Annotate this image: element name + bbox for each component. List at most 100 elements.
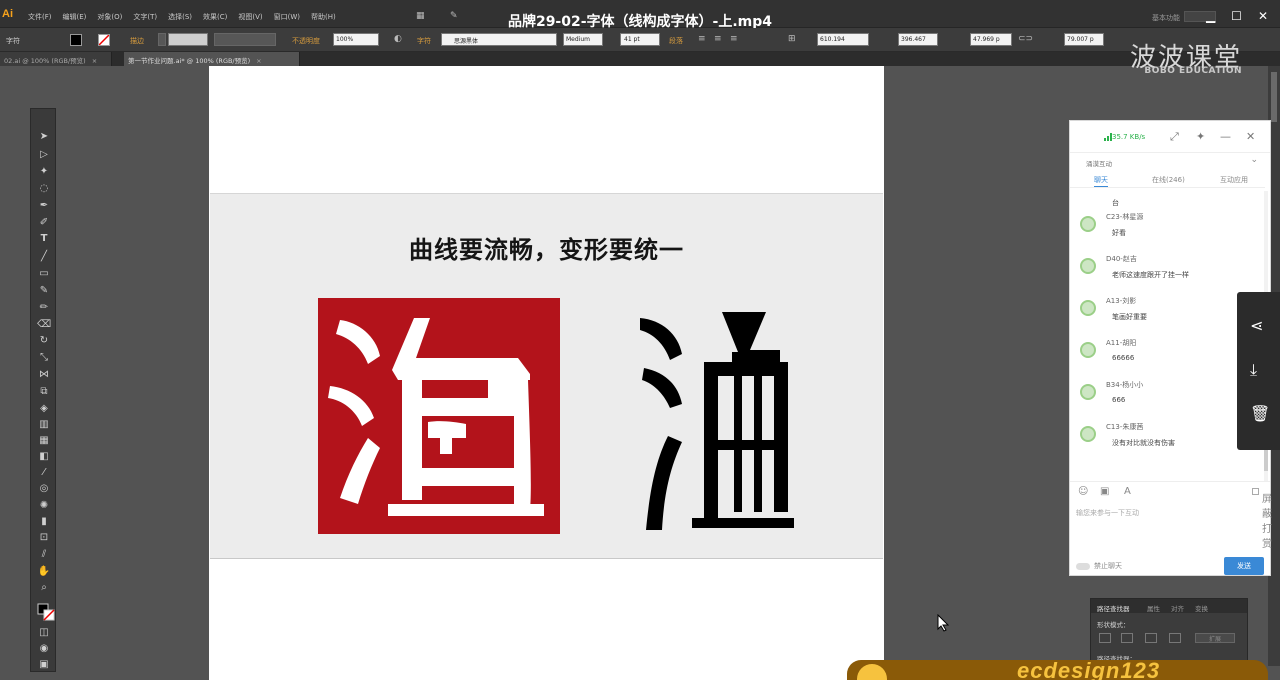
- draw-mode-icon[interactable]: ◉: [37, 641, 51, 655]
- rotate-tool-icon[interactable]: ↻: [37, 333, 51, 347]
- tab-close-icon[interactable]: ×: [256, 57, 261, 65]
- workspace-switcher[interactable]: 基本功能: [1152, 13, 1180, 23]
- scale-tool-icon[interactable]: ⤡: [37, 350, 51, 364]
- tab-doc-homework[interactable]: 第一节作业问题.ai* @ 100% (RGB/预览) ×: [124, 52, 300, 66]
- mute-chat-toggle[interactable]: 禁止聊天: [1076, 561, 1122, 571]
- height-field[interactable]: 79.007 p: [1064, 33, 1104, 46]
- line-tool-icon[interactable]: ╱: [37, 249, 51, 263]
- recolor-icon[interactable]: ◐: [394, 34, 402, 44]
- block-tips-checkbox[interactable]: 屏蔽打赏: [1252, 486, 1272, 550]
- tab-apps[interactable]: 互动应用: [1220, 175, 1248, 185]
- graph-tool-icon[interactable]: ▥: [37, 417, 51, 431]
- paragraph-label[interactable]: 段落: [669, 36, 683, 46]
- stroke-label[interactable]: 描边: [130, 36, 144, 46]
- font-size-icon[interactable]: A: [1124, 486, 1131, 497]
- stroke-weight-field[interactable]: [168, 33, 208, 46]
- reference-point-icon[interactable]: ⊞: [788, 34, 796, 44]
- width-tool-icon[interactable]: ⋈: [37, 367, 51, 381]
- align-right-icon[interactable]: ≡: [730, 34, 738, 44]
- column-graph-tool-icon[interactable]: ▮: [37, 514, 51, 528]
- avatar: [1080, 258, 1096, 274]
- maximize-icon[interactable]: ☐: [1231, 9, 1242, 23]
- blend-tool-icon[interactable]: ◎: [37, 481, 51, 495]
- message-text: 没有对比就没有伤害: [1112, 439, 1175, 447]
- stroke-swatch[interactable]: [98, 34, 110, 46]
- intersect-icon[interactable]: [1145, 633, 1157, 643]
- character-label[interactable]: 字符: [417, 36, 431, 46]
- pen-tool-icon[interactable]: ✒: [37, 198, 51, 212]
- fill-stroke-icon[interactable]: [37, 603, 55, 621]
- font-style-field[interactable]: Medium: [563, 33, 603, 46]
- trash-icon[interactable]: 🗑: [1250, 404, 1270, 423]
- pathfinder-tabs: 路径查找器 属性 对齐 变换: [1091, 599, 1247, 613]
- opacity-label[interactable]: 不透明度: [292, 36, 320, 46]
- x-coordinate-field[interactable]: 610.194: [817, 33, 869, 46]
- zoom-tool-icon[interactable]: ⌕: [37, 580, 51, 594]
- slide-heading: 曲线要流畅，变形要统一: [409, 236, 684, 264]
- minimize-icon[interactable]: ▁: [1206, 9, 1215, 23]
- tab-doc-02[interactable]: 02.ai @ 100% (RGB/预览) ×: [0, 52, 112, 66]
- type-tool-icon[interactable]: T: [37, 231, 51, 245]
- tab-transform[interactable]: 变换: [1195, 603, 1208, 613]
- minus-front-icon[interactable]: [1121, 633, 1133, 643]
- artboard[interactable]: 曲线要流畅，变形要统一: [209, 66, 884, 680]
- align-left-icon[interactable]: ≡: [698, 34, 706, 44]
- eraser-tool-icon[interactable]: ⌫: [37, 317, 51, 331]
- tab-pathfinder[interactable]: 路径查找器: [1097, 603, 1130, 613]
- tab-attributes[interactable]: 属性: [1147, 603, 1160, 613]
- emoji-icon[interactable]: ☺: [1078, 486, 1088, 497]
- symbol-sprayer-tool-icon[interactable]: ✺: [37, 498, 51, 512]
- window-controls: ▁ ☐ ✕: [1206, 9, 1268, 23]
- color-mode-icon[interactable]: ◫: [37, 625, 51, 639]
- gradient-tool-icon[interactable]: ◧: [37, 449, 51, 463]
- chevron-down-icon[interactable]: ⌄: [1250, 155, 1258, 165]
- shape-builder-tool-icon[interactable]: ◈: [37, 401, 51, 415]
- image-icon[interactable]: ▣: [1100, 486, 1109, 497]
- magic-wand-tool-icon[interactable]: ✦: [37, 164, 51, 178]
- direct-selection-tool-icon[interactable]: ▷: [37, 147, 51, 161]
- stroke-stepper[interactable]: [158, 33, 166, 46]
- chat-minimize-icon[interactable]: —: [1220, 130, 1231, 143]
- expand-button[interactable]: 扩展: [1195, 633, 1235, 643]
- chat-message-list[interactable]: 台 C23-林星源 好看 D40-赵吉 老师这速度跟开了挂一样 A13-刘影 笔…: [1070, 187, 1265, 480]
- font-size-field[interactable]: 41 pt: [620, 33, 660, 46]
- opacity-field[interactable]: 100%: [333, 33, 379, 46]
- selection-tool-icon[interactable]: ➤: [37, 129, 51, 143]
- tab-online[interactable]: 在线(246): [1152, 175, 1185, 185]
- rectangle-tool-icon[interactable]: ▭: [37, 266, 51, 280]
- curvature-tool-icon[interactable]: ✐: [37, 215, 51, 229]
- message-author: A13-刘影: [1106, 297, 1137, 305]
- hand-tool-icon[interactable]: ✋: [37, 564, 51, 578]
- pin-icon[interactable]: ✦: [1196, 130, 1205, 143]
- lasso-tool-icon[interactable]: ◌: [37, 181, 51, 195]
- font-family-field[interactable]: 思源黑体: [441, 33, 557, 46]
- tab-close-icon[interactable]: ×: [92, 57, 97, 65]
- send-button[interactable]: 发送: [1224, 557, 1264, 575]
- artboard-tool-icon[interactable]: ⊡: [37, 530, 51, 544]
- chat-input[interactable]: 输您来参与一下互动: [1076, 508, 1139, 518]
- pencil-tool-icon[interactable]: ✏: [37, 300, 51, 314]
- y-coordinate-field[interactable]: 396.467: [898, 33, 938, 46]
- slice-tool-icon[interactable]: ⫽: [37, 547, 51, 561]
- download-icon[interactable]: ⤓: [1250, 360, 1257, 380]
- free-transform-tool-icon[interactable]: ⧉: [37, 384, 51, 398]
- expand-icon[interactable]: ⤢: [1170, 130, 1179, 144]
- width-field[interactable]: 47.969 p: [970, 33, 1012, 46]
- screen-mode-icon[interactable]: ▣: [37, 657, 51, 671]
- exclude-icon[interactable]: [1169, 633, 1181, 643]
- share-icon[interactable]: ⋖: [1250, 316, 1263, 335]
- checkbox-icon: [1252, 487, 1259, 495]
- scroll-thumb[interactable]: [1271, 72, 1277, 122]
- variable-width-dropdown[interactable]: [214, 33, 276, 46]
- fill-swatch[interactable]: [70, 34, 82, 46]
- close-icon[interactable]: ✕: [1258, 9, 1268, 23]
- tab-align[interactable]: 对齐: [1171, 603, 1184, 613]
- mesh-tool-icon[interactable]: ▦: [37, 433, 51, 447]
- constrain-proportions-icon[interactable]: ⊂⊃: [1018, 34, 1033, 44]
- unite-icon[interactable]: [1099, 633, 1111, 643]
- eyedropper-tool-icon[interactable]: ⁄: [37, 465, 51, 479]
- align-center-icon[interactable]: ≡: [714, 34, 722, 44]
- paintbrush-tool-icon[interactable]: ✎: [37, 283, 51, 297]
- avatar: [1080, 216, 1096, 232]
- chat-close-icon[interactable]: ✕: [1246, 130, 1255, 143]
